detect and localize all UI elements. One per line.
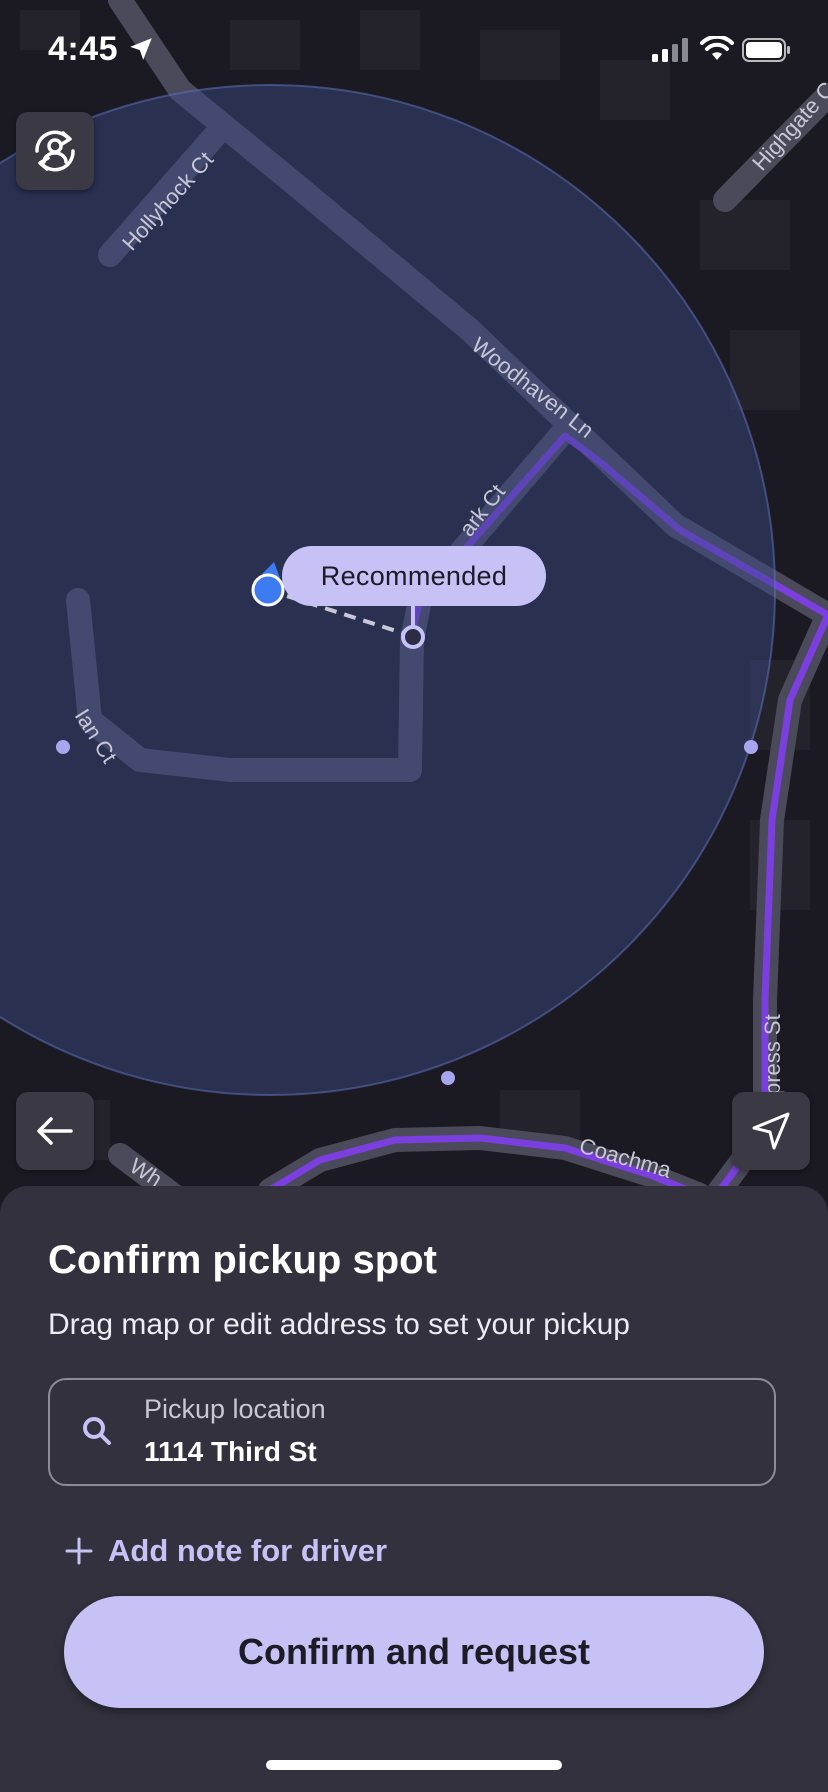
recommended-tooltip: Recommended xyxy=(282,546,546,606)
navigation-arrow-icon xyxy=(752,1112,790,1150)
add-note-button[interactable]: Add note for driver xyxy=(64,1526,387,1576)
recommended-label: Recommended xyxy=(320,560,508,591)
user-location-dot xyxy=(251,573,285,607)
confirm-and-request-button[interactable]: Confirm and request xyxy=(64,1596,764,1708)
battery-icon xyxy=(742,38,790,62)
pickup-location-value[interactable]: 1114 Third St xyxy=(144,1436,317,1468)
switch-rider-button[interactable] xyxy=(16,112,94,190)
arrow-left-icon xyxy=(37,1117,73,1145)
confirm-pickup-sheet: Confirm pickup spot Drag map or edit add… xyxy=(0,1186,828,1792)
plus-icon xyxy=(65,1537,93,1565)
back-button[interactable] xyxy=(16,1092,94,1170)
status-time: 4:45 xyxy=(48,30,119,68)
status-bar: 4:45 xyxy=(0,0,828,100)
search-icon xyxy=(83,1417,111,1445)
add-note-label: Add note for driver xyxy=(108,1533,388,1568)
pickup-location-label: Pickup location xyxy=(144,1394,326,1424)
pickup-location-field[interactable]: Pickup location 1114 Third St xyxy=(48,1378,776,1486)
sheet-title: Confirm pickup spot xyxy=(48,1238,437,1282)
wifi-icon xyxy=(700,36,734,60)
location-services-icon xyxy=(130,38,152,60)
switch-rider-icon xyxy=(35,130,75,172)
cellular-signal-icon xyxy=(652,38,688,62)
home-indicator[interactable] xyxy=(266,1760,562,1770)
street-label-cypress: press St xyxy=(760,1014,785,1095)
pickup-pin[interactable] xyxy=(401,625,425,649)
sheet-subtitle: Drag map or edit address to set your pic… xyxy=(48,1308,630,1341)
recenter-location-button[interactable] xyxy=(732,1092,810,1170)
